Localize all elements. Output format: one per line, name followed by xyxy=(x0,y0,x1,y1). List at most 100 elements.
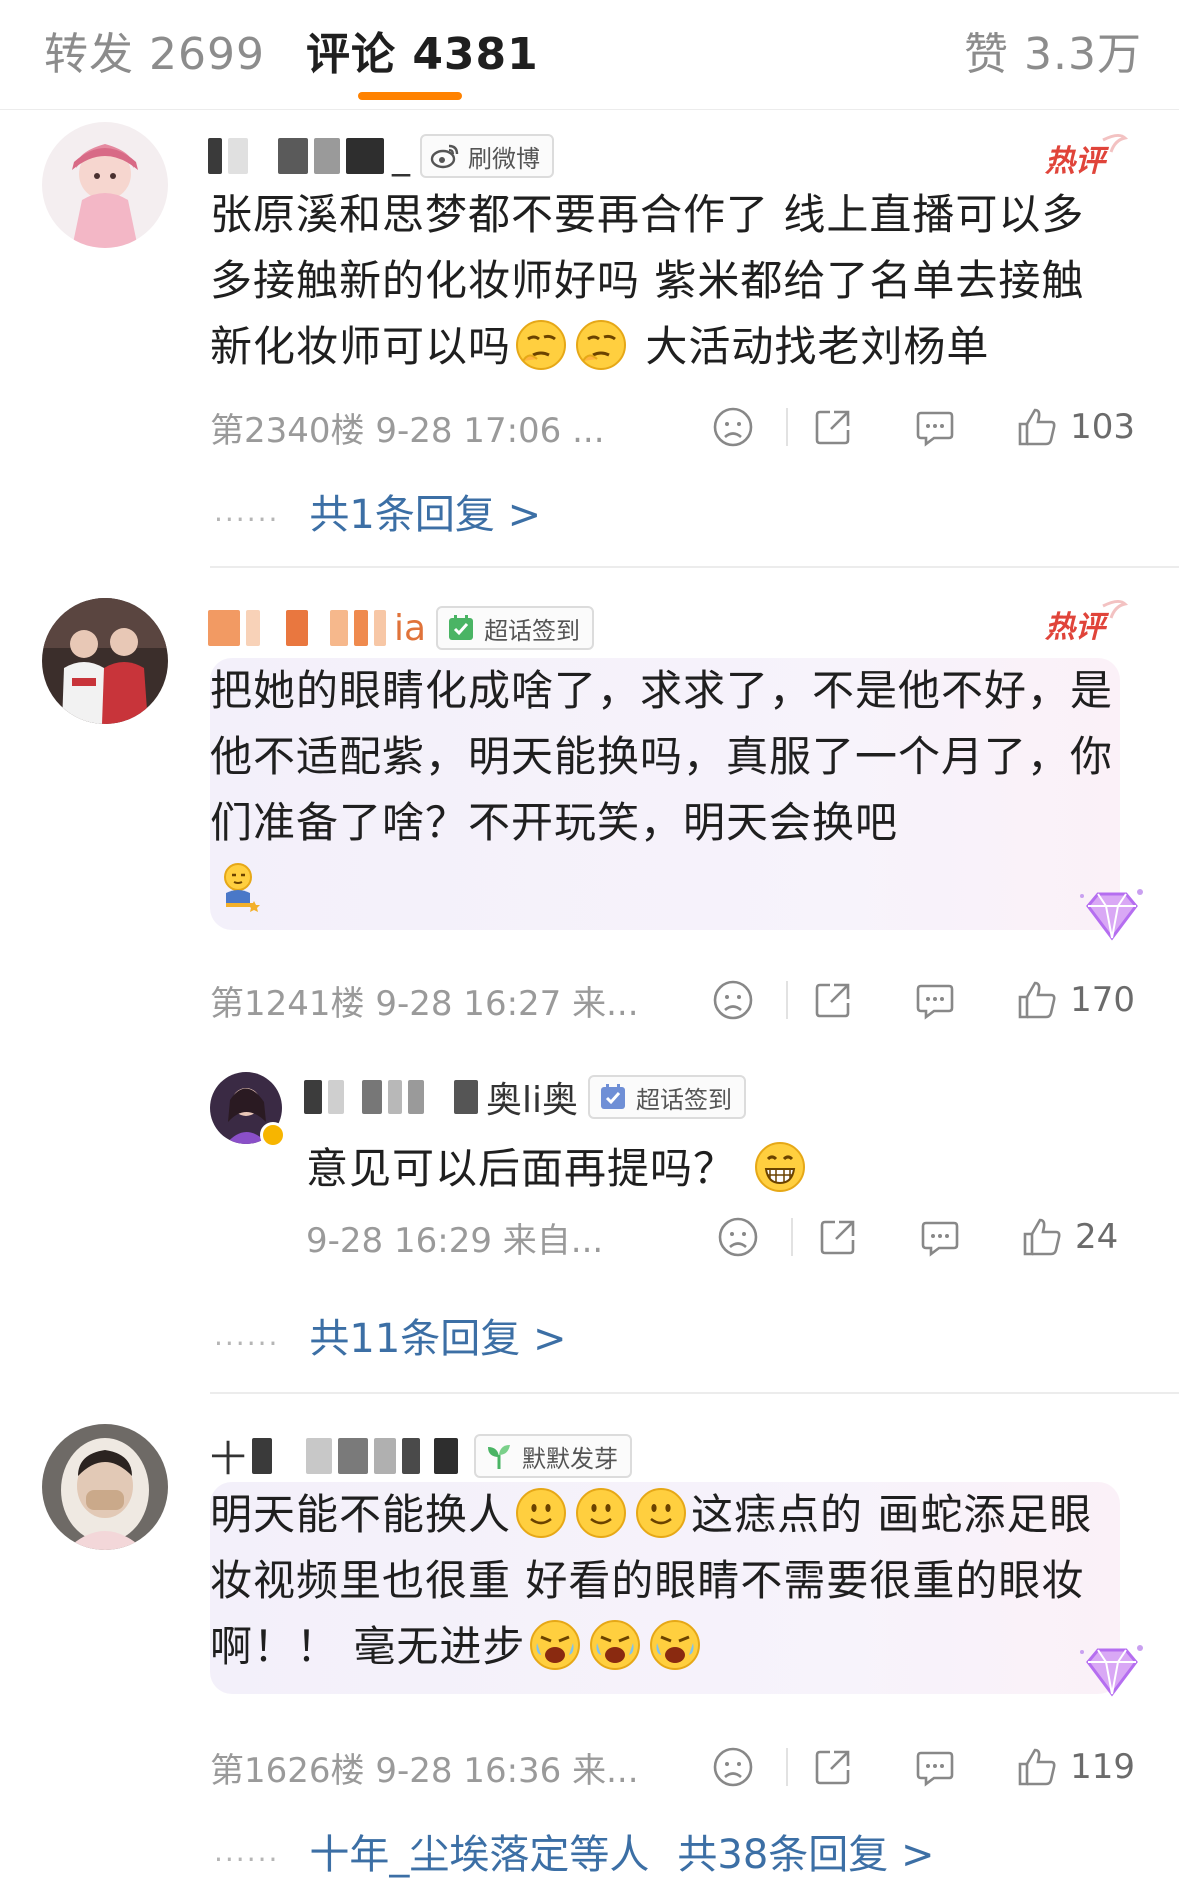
tab-likes[interactable]: 赞 3.3万 xyxy=(964,18,1142,82)
view-replies-link[interactable]: ...... 共11条回复 > xyxy=(214,1310,567,1362)
like-count: 103 xyxy=(1070,407,1135,447)
action-divider xyxy=(786,981,789,1019)
dots: ...... xyxy=(214,1834,280,1868)
comment-meta-row: 第1626楼 9-28 16:36 来... 119 xyxy=(210,1742,1135,1792)
masked-username xyxy=(454,1080,478,1114)
dislike-icon[interactable] xyxy=(715,1214,761,1260)
smile-emoji-icon xyxy=(575,1487,627,1539)
dots: ...... xyxy=(214,494,280,528)
like-icon[interactable] xyxy=(1019,1214,1065,1260)
masked-username xyxy=(228,138,248,174)
masked-username xyxy=(314,138,340,174)
reply-avatar[interactable] xyxy=(210,1072,286,1148)
like-icon[interactable] xyxy=(1014,977,1060,1023)
masked-username xyxy=(434,1438,459,1474)
dislike-icon[interactable] xyxy=(710,404,756,450)
masked-username xyxy=(354,610,368,646)
masked-username xyxy=(388,1080,402,1114)
reply-time: 9-28 16:29 来自... xyxy=(306,1220,604,1261)
masked-username xyxy=(208,610,240,646)
crying-emoji-icon xyxy=(529,1619,581,1671)
reply-icon[interactable] xyxy=(917,1214,963,1260)
crying-emoji-icon xyxy=(589,1619,641,1671)
comment-actions: 119 xyxy=(710,1742,1135,1792)
username-row[interactable]: ia 超话签到 xyxy=(208,603,595,653)
masked-username xyxy=(306,1438,333,1474)
user-badge[interactable]: 超话签到 xyxy=(588,1075,747,1119)
comment-text: 把她的眼睛化成啥了，求求了，不是他不好，是他不适配紫，明天能换吗，真服了一个月了… xyxy=(210,658,1120,930)
reply-text: 意见可以后面再提吗？ xyxy=(306,1136,810,1202)
like-count: 119 xyxy=(1070,1747,1135,1787)
share-icon[interactable] xyxy=(810,404,856,450)
comment-text-part: 把她的眼睛化成啥了，求求了，不是他不好，是他不适配紫，明天能换吗，真服了一个月了… xyxy=(210,666,1114,847)
comment-divider xyxy=(210,1392,1179,1394)
reply-icon[interactable] xyxy=(912,977,958,1023)
masked-username xyxy=(408,1080,424,1114)
masked-username xyxy=(252,1438,273,1474)
hot-comment-label: 热评 xyxy=(1045,610,1105,645)
comment-text: 明天能不能换人 这痣点的 画蛇添足眼妆视频里也很重 好看的眼睛不需要很重的眼妆啊！… xyxy=(210,1482,1120,1694)
tab-reposts[interactable]: 转发 2699 xyxy=(44,18,265,82)
smile-emoji-icon xyxy=(515,1487,567,1539)
user-badge[interactable]: 默默发芽 xyxy=(474,1434,633,1478)
masked-username xyxy=(208,138,222,174)
reply-icon[interactable] xyxy=(912,1744,958,1790)
verified-badge-icon xyxy=(260,1122,286,1148)
username-row[interactable]: _ 刷微博 xyxy=(208,131,554,181)
hot-comment-label: 热评 xyxy=(1045,144,1105,179)
like-icon[interactable] xyxy=(1014,1744,1060,1790)
reply-actions: 24 xyxy=(715,1212,1135,1262)
reply-username-row[interactable]: 奥li奥 超话签到 xyxy=(304,1072,747,1122)
comment-actions: 170 xyxy=(710,975,1135,1025)
view-replies-label: 共1条回复 > xyxy=(309,492,542,538)
reply-icon[interactable] xyxy=(912,404,958,450)
share-icon[interactable] xyxy=(810,977,856,1023)
weibo-logo-icon xyxy=(430,141,460,171)
user-badge[interactable]: 刷微博 xyxy=(420,134,554,178)
repliers-names: 十年_尘埃落定等人 xyxy=(309,1832,650,1878)
badge-label: 刷微博 xyxy=(468,144,540,173)
avatar[interactable] xyxy=(42,122,168,248)
masked-username xyxy=(246,610,260,646)
comment-text: 张原溪和思梦都不要再合作了 线上直播可以多多接触新的化妆师好吗 紫米都给了名单去… xyxy=(210,182,1120,380)
like-count: 24 xyxy=(1075,1217,1119,1257)
username-row[interactable]: 十 默默发芽 xyxy=(208,1431,633,1481)
dislike-icon[interactable] xyxy=(710,1744,756,1790)
share-icon[interactable] xyxy=(815,1214,861,1260)
view-replies-link[interactable]: ...... 十年_尘埃落定等人 共38条回复 > xyxy=(214,1826,935,1878)
kneeling-emoji-icon xyxy=(214,861,266,913)
masked-username xyxy=(304,1080,322,1114)
floor-and-time: 第1241楼 9-28 16:27 来... xyxy=(210,983,639,1024)
masked-username xyxy=(402,1438,421,1474)
tab-comments[interactable]: 评论 4381 xyxy=(306,18,539,82)
comment-meta-row: 第1241楼 9-28 16:27 来... 170 xyxy=(210,975,1135,1025)
view-replies-link[interactable]: ...... 共1条回复 > xyxy=(214,486,541,538)
username-prefix: 十 xyxy=(210,1439,247,1480)
smile-emoji-icon xyxy=(635,1487,687,1539)
masked-username xyxy=(346,138,384,174)
masked-username xyxy=(374,1438,397,1474)
dislike-icon[interactable] xyxy=(710,977,756,1023)
avatar[interactable] xyxy=(42,1424,168,1550)
comment-text-part: 大活动找老刘杨单 xyxy=(645,322,990,371)
action-divider xyxy=(786,1748,789,1786)
avatar[interactable] xyxy=(42,598,168,724)
badge-label: 超话签到 xyxy=(484,616,581,645)
checkin-icon xyxy=(598,1082,628,1112)
diamond-decoration-icon xyxy=(1074,886,1150,950)
like-icon[interactable] xyxy=(1014,404,1060,450)
reply-text-part: 意见可以后面再提吗？ xyxy=(306,1144,737,1193)
user-badge[interactable]: 超话签到 xyxy=(436,606,595,650)
masked-username xyxy=(374,610,386,646)
action-divider xyxy=(786,408,789,446)
hot-comment-tag: 热评 xyxy=(1045,598,1129,645)
share-icon[interactable] xyxy=(810,1744,856,1790)
tab-bar: 转发 2699 评论 4381 赞 3.3万 xyxy=(0,0,1179,110)
diamond-decoration-icon xyxy=(1074,1642,1150,1706)
masked-username xyxy=(328,1080,344,1114)
comment-actions: 103 xyxy=(710,402,1135,452)
username-suffix: 奥li奥 xyxy=(486,1080,579,1121)
reply-meta-row: 9-28 16:29 来自... 24 xyxy=(306,1212,1135,1262)
hot-comment-tag: 热评 xyxy=(1045,132,1129,179)
dots: ...... xyxy=(214,1318,280,1352)
